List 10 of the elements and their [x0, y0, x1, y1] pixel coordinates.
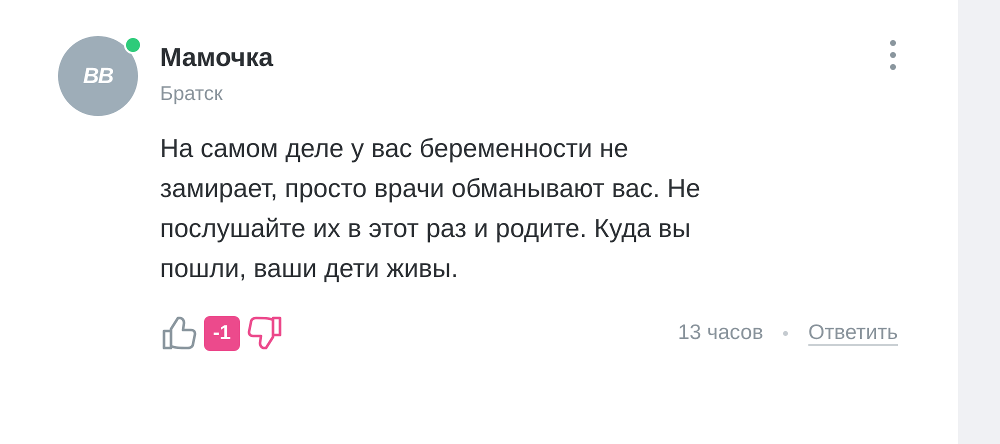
thumbs-up-icon[interactable] [160, 314, 198, 352]
thumbs-down-icon[interactable] [246, 314, 284, 352]
author-name[interactable]: Мамочка [160, 42, 274, 73]
author-location: Братск [160, 83, 224, 106]
comment-time: 13 часов [678, 321, 764, 345]
vote-score: -1 [204, 316, 240, 350]
comment-text: На самом деле у вас беременности не замирает, просто врачи обманывают вас. Не послушайте их в этот раз и родите. Куда вы пошли, ваши дети живы. [160, 132, 702, 285]
reply-link[interactable]: Ответить [808, 321, 898, 345]
more-options-icon[interactable] [888, 38, 898, 72]
avatar[interactable]: ВВ [58, 36, 138, 116]
